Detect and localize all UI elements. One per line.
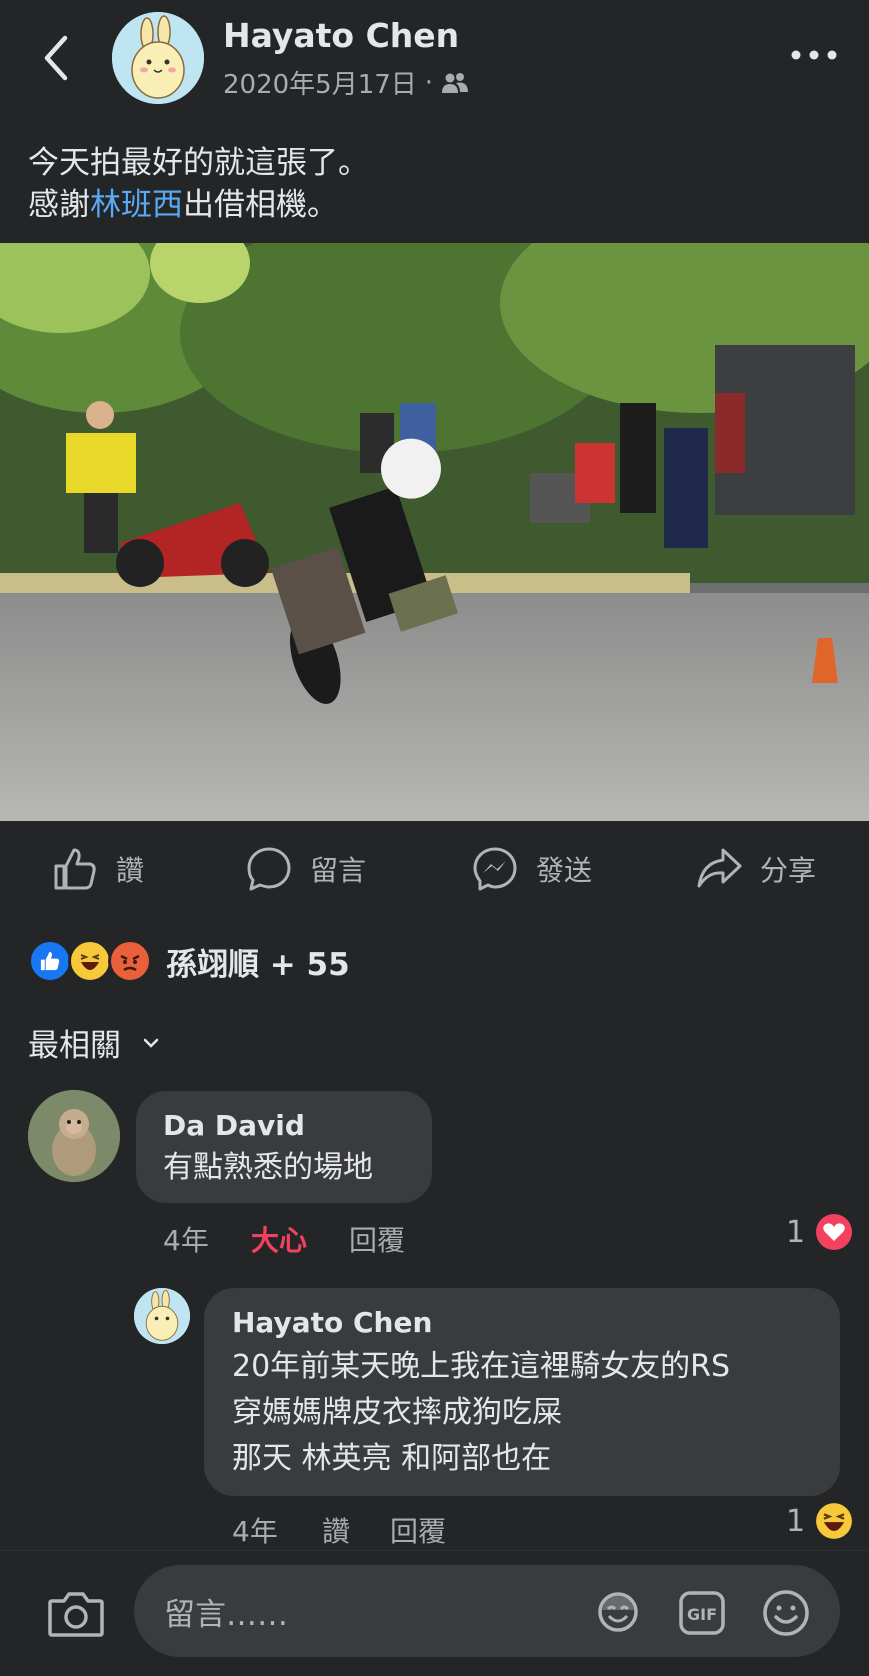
avatar-sticker-button[interactable]: [592, 1587, 644, 1639]
share-button[interactable]: 分享: [696, 836, 816, 902]
meta-separator: ·: [424, 67, 434, 98]
share-arrow-icon: [697, 848, 742, 888]
comment-time[interactable]: 4年: [163, 1219, 251, 1259]
send-label: 發送: [536, 854, 593, 887]
chevron-down-icon: [143, 1038, 159, 1048]
like-reaction-icon: [28, 939, 72, 983]
post-line-2: 感謝林班西出借相機。: [28, 184, 369, 226]
comment-input[interactable]: 留言…… GIF: [134, 1565, 840, 1657]
gif-icon: GIF: [679, 1591, 725, 1635]
reply-reply-button[interactable]: 回覆: [390, 1510, 446, 1550]
back-button[interactable]: [34, 30, 78, 86]
reply-line-2: 穿媽媽牌皮衣摔成狗吃屎: [232, 1395, 562, 1430]
messenger-icon: [473, 847, 517, 891]
author-avatar[interactable]: [112, 12, 204, 104]
post-line-1: 今天拍最好的就這張了。: [28, 145, 369, 181]
post-date[interactable]: 2020年5月17日: [223, 64, 417, 101]
love-reaction-icon: [816, 1214, 853, 1250]
like-label: 讚: [116, 854, 145, 887]
tagged-user-link[interactable]: 林班西: [90, 187, 183, 223]
reply-author-name[interactable]: Hayato Chen: [232, 1306, 432, 1339]
friends-icon: [442, 72, 469, 93]
gif-button[interactable]: GIF: [676, 1587, 728, 1639]
author-name[interactable]: Hayato Chen: [223, 16, 459, 55]
comment-bubble[interactable]: Da David 有點熟悉的場地: [136, 1091, 432, 1203]
post-header: Hayato Chen 2020年5月17日 ·: [0, 0, 869, 120]
post-text: 今天拍最好的就這張了。 感謝林班西出借相機。: [28, 142, 369, 226]
monkey-avatar-icon: [28, 1090, 120, 1182]
comment-text: 有點熟悉的場地: [163, 1150, 373, 1185]
like-button[interactable]: 讚: [52, 836, 144, 902]
action-bar: 讚 留言 發送 分享: [0, 836, 869, 902]
reply-reaction-count[interactable]: 1: [786, 1502, 853, 1540]
post-text-suffix: 出借相機。: [183, 187, 338, 223]
motorcycle-photo: [0, 243, 869, 821]
comment-reaction-count[interactable]: 1: [786, 1213, 853, 1251]
more-icon: [791, 50, 837, 60]
camera-button[interactable]: [46, 1585, 106, 1643]
bunny-avatar-icon: [134, 1288, 190, 1344]
haha-reaction-icon: [816, 1503, 852, 1539]
reply-meta: 4年 讚 回覆: [232, 1510, 446, 1550]
reply-text: 20年前某天晚上我在這裡騎女友的RS 穿媽媽牌皮衣摔成狗吃屎 那天 林英亮 和阿…: [232, 1344, 730, 1482]
send-button[interactable]: 發送: [472, 836, 592, 902]
avatar-sticker-icon: [598, 1592, 638, 1632]
post-text-prefix: 感謝: [28, 187, 90, 223]
bunny-avatar-icon: [112, 12, 204, 104]
reaction-count: 1: [786, 1214, 806, 1250]
comment-input-placeholder: 留言……: [164, 1597, 288, 1633]
thumbs-up-icon: [54, 848, 96, 890]
comment-button[interactable]: 留言: [246, 836, 366, 902]
commenter-avatar[interactable]: [28, 1090, 120, 1182]
comment-reaction-button[interactable]: 大心: [251, 1219, 349, 1259]
emoji-button[interactable]: [760, 1587, 812, 1639]
sort-label: 最相關: [28, 1028, 121, 1064]
comment-icon: [247, 847, 291, 891]
angry-reaction-icon: [108, 939, 152, 983]
comment-reply-button[interactable]: 回覆: [349, 1219, 405, 1259]
reactions-summary[interactable]: 孫翊順 + 55: [28, 938, 350, 984]
commenter-name[interactable]: Da David: [163, 1109, 305, 1142]
back-arrow-icon: [44, 35, 68, 81]
comment-sort-dropdown[interactable]: 最相關: [28, 1020, 159, 1065]
reply-like-button[interactable]: 讚: [322, 1510, 390, 1550]
camera-icon: [48, 1592, 104, 1637]
emoji-icon: [763, 1590, 809, 1636]
more-options-button[interactable]: [784, 40, 844, 70]
post-meta: 2020年5月17日 ·: [223, 64, 469, 101]
comment-label: 留言: [310, 854, 367, 887]
comment-composer: 留言…… GIF: [0, 1550, 869, 1676]
reaction-count: 1: [786, 1503, 806, 1539]
reactions-text: 孫翊順 + 55: [166, 946, 350, 983]
svg-text:GIF: GIF: [687, 1605, 717, 1624]
comment-meta: 4年 大心 回覆: [163, 1219, 405, 1259]
post-photo[interactable]: [0, 243, 869, 821]
reply-line-1: 20年前某天晚上我在這裡騎女友的RS: [232, 1349, 731, 1384]
share-label: 分享: [760, 854, 817, 887]
reply-time[interactable]: 4年: [232, 1510, 322, 1550]
reply-bubble[interactable]: Hayato Chen 20年前某天晚上我在這裡騎女友的RS 穿媽媽牌皮衣摔成狗…: [204, 1288, 840, 1496]
reply-author-avatar[interactable]: [134, 1288, 190, 1344]
haha-reaction-icon: [68, 939, 112, 983]
reply-line-3: 那天 林英亮 和阿部也在: [232, 1441, 552, 1476]
